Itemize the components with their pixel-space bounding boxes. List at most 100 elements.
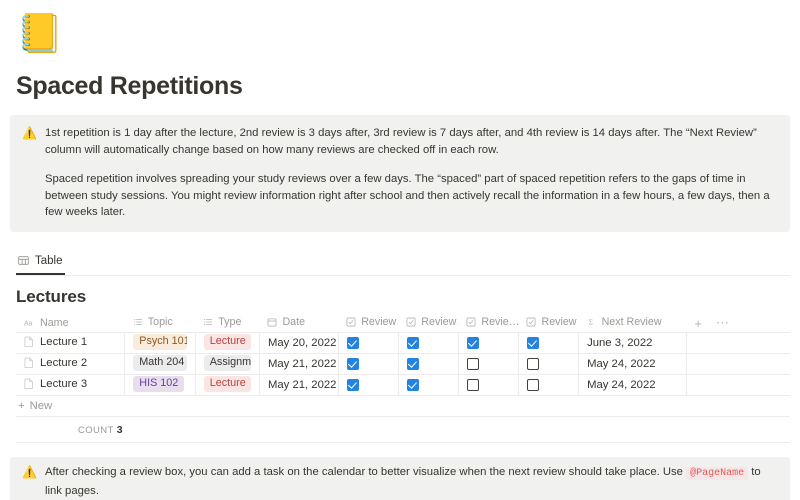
add-column-icon[interactable]: +: [694, 316, 702, 331]
cell-type[interactable]: Lecture: [195, 332, 260, 354]
review-4-checkbox[interactable]: [526, 358, 539, 370]
title-icon: Aa: [24, 318, 35, 327]
add-new-row-label: New: [29, 400, 53, 412]
cell-review-4[interactable]: [518, 374, 580, 396]
callout-bottom-text-before: After checking a review box, you can add…: [44, 466, 683, 478]
cell-next-review: June 3, 2022: [578, 332, 687, 354]
cell-date[interactable]: May 20, 2022: [259, 332, 339, 354]
cell-name[interactable]: Lecture 2: [16, 353, 126, 375]
checkbox-icon: [526, 317, 536, 327]
review-1-checkbox[interactable]: [346, 358, 359, 370]
cell-review-3[interactable]: [458, 353, 519, 375]
info-callout-bottom: ⚠️ After checking a review box, you can …: [10, 457, 790, 500]
count-summary[interactable]: COUNT 3: [78, 424, 123, 436]
cell-name[interactable]: Lecture 3: [16, 374, 126, 396]
review-4-checkbox[interactable]: [526, 337, 539, 349]
column-header-review-4[interactable]: Review 4: [518, 314, 579, 333]
page-icon[interactable]: 📒: [16, 12, 63, 56]
cell-date[interactable]: May 21, 2022: [259, 374, 339, 396]
review-2-checkbox[interactable]: [406, 358, 419, 370]
row-name-label: Lecture 2: [40, 356, 88, 369]
checkbox-icon: [466, 317, 476, 327]
count-value: 3: [116, 423, 123, 436]
review-2-checkbox[interactable]: [406, 379, 419, 391]
table-row[interactable]: Lecture 1 Psych 101 Lecture May 20, 2022…: [16, 332, 790, 354]
more-options-icon[interactable]: ⋯: [716, 315, 729, 331]
checkbox-icon: [406, 317, 416, 327]
cell-topic[interactable]: HIS 102: [124, 374, 196, 396]
cell-topic[interactable]: Psych 101: [124, 332, 196, 354]
database-table-wrapper: Aa Name Topic Type Date Review… Review… R…: [16, 314, 790, 396]
page-doc-icon: [24, 378, 34, 390]
formula-icon: Σ: [587, 317, 597, 327]
table-summary-row: COUNT 3: [16, 417, 790, 443]
page-title[interactable]: Spaced Repetitions: [16, 72, 800, 101]
column-header-review-3-label: Revie…: [481, 316, 519, 329]
table-row[interactable]: Lecture 2 Math 204 Assignmen May 21, 202…: [16, 353, 790, 375]
table-body: Lecture 1 Psych 101 Lecture May 20, 2022…: [16, 332, 790, 396]
column-header-review-3[interactable]: Revie…: [458, 314, 519, 333]
column-header-type-label: Type: [218, 316, 242, 329]
add-new-row-button[interactable]: + New: [16, 396, 790, 417]
warning-emoji: ⚠️: [22, 126, 37, 140]
column-header-next-review[interactable]: Σ Next Review: [578, 314, 687, 333]
cell-review-3[interactable]: [458, 374, 519, 396]
topic-tag: Math 204: [133, 354, 187, 371]
column-header-date-label: Date: [282, 316, 306, 329]
review-3-checkbox[interactable]: [466, 379, 479, 391]
callout-bottom-body: After checking a review box, you can add…: [45, 464, 776, 499]
cell-review-2[interactable]: [398, 332, 459, 354]
row-name-label: Lecture 1: [40, 335, 88, 348]
row-name-label: Lecture 3: [40, 377, 88, 390]
cell-review-1[interactable]: [338, 332, 399, 354]
multiselect-icon: [203, 317, 213, 327]
review-2-checkbox[interactable]: [406, 337, 419, 349]
column-header-topic[interactable]: Topic: [124, 314, 196, 333]
tab-table[interactable]: Table: [16, 252, 65, 275]
svg-text:Σ: Σ: [588, 318, 592, 327]
cell-review-1[interactable]: [338, 353, 399, 375]
cell-review-1[interactable]: [338, 374, 399, 396]
table-row[interactable]: Lecture 3 HIS 102 Lecture May 21, 2022 M…: [16, 374, 790, 396]
cell-review-4[interactable]: [518, 332, 580, 354]
next-review-value: June 3, 2022: [587, 337, 653, 349]
column-header-name[interactable]: Aa Name: [16, 314, 125, 333]
review-3-checkbox[interactable]: [466, 358, 479, 370]
cell-date[interactable]: May 21, 2022: [259, 353, 339, 375]
column-header-date[interactable]: Date: [259, 314, 339, 333]
table-icon: [18, 255, 29, 266]
callout-top-body: 1st repetition is 1 day after the lectur…: [45, 125, 776, 221]
warning-emoji: ⚠️: [22, 465, 37, 479]
cell-name[interactable]: Lecture 1: [16, 332, 126, 354]
column-header-review-1[interactable]: Review…: [338, 314, 399, 333]
cell-review-2[interactable]: [398, 353, 459, 375]
lectures-table: Aa Name Topic Type Date Review… Review… R…: [16, 314, 790, 396]
cell-review-4[interactable]: [518, 353, 580, 375]
type-tag: Lecture: [203, 333, 251, 350]
page-mention-code[interactable]: @PageName: [686, 467, 749, 480]
type-tag: Lecture: [203, 375, 251, 392]
tabs-divider: [16, 274, 790, 276]
column-header-next-review-label: Next Review: [601, 316, 662, 329]
plus-icon: +: [18, 400, 25, 412]
database-title[interactable]: Lectures: [16, 287, 800, 307]
cell-review-2[interactable]: [398, 374, 459, 396]
cell-topic[interactable]: Math 204: [124, 353, 196, 375]
table-header-row: Aa Name Topic Type Date Review… Review… R…: [16, 314, 790, 333]
type-tag: Assignmen: [203, 354, 251, 371]
page-doc-icon: [24, 336, 34, 348]
review-3-checkbox[interactable]: [466, 337, 479, 349]
cell-type[interactable]: Lecture: [195, 374, 260, 396]
next-review-value: May 24, 2022: [587, 358, 656, 370]
column-header-review-2[interactable]: Review…: [398, 314, 459, 333]
review-4-checkbox[interactable]: [526, 379, 539, 391]
callout-top-paragraph-1: 1st repetition is 1 day after the lectur…: [44, 127, 757, 156]
calendar-icon: [267, 317, 277, 327]
cell-spacer: [686, 374, 790, 396]
cell-review-3[interactable]: [458, 332, 519, 354]
column-header-type[interactable]: Type: [195, 314, 260, 333]
cell-type[interactable]: Assignmen: [195, 353, 260, 375]
review-1-checkbox[interactable]: [346, 337, 359, 349]
next-review-value: May 24, 2022: [587, 379, 656, 391]
review-1-checkbox[interactable]: [346, 379, 359, 391]
